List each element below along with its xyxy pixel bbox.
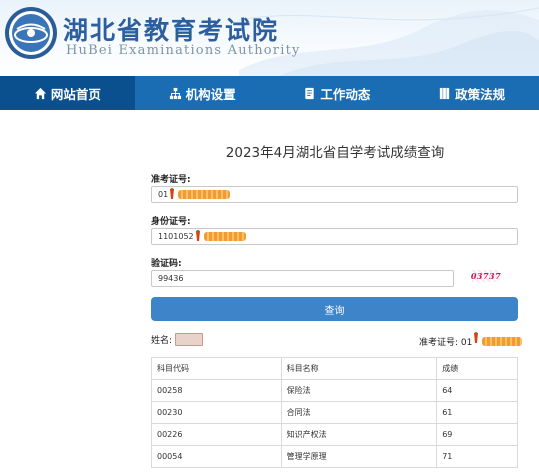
book-icon [439, 87, 450, 99]
redacted-value [178, 190, 231, 199]
site-header: 湖北省教育考试院 HuBei Examinations Authority [0, 0, 539, 76]
score-table: 科目代码 科目名称 成绩 00258 保险法 64 00230 合同法 61 0… [151, 357, 518, 468]
student-name-row: 姓名: [151, 333, 204, 347]
score: 71 [436, 445, 518, 468]
page-title: 2023年4月湖北省自学考试成绩查询 [225, 145, 445, 161]
nav-item-organization[interactable]: 机构设置 [135, 76, 270, 110]
table-row: 00258 保险法 64 [151, 379, 518, 402]
table-row: 00230 合同法 61 [151, 401, 518, 424]
table-row: 00054 管理学原理 71 [151, 445, 518, 468]
id-number-input[interactable]: 1101052 [151, 228, 518, 245]
redaction-pen-icon [195, 229, 200, 241]
main-nav: 网站首页 机构设置 工作动态 政策法规 [0, 76, 539, 110]
redacted-value [482, 337, 523, 346]
nav-item-label: 机构设置 [185, 86, 236, 102]
subject-name: 合同法 [280, 401, 438, 424]
nav-item-home[interactable]: 网站首页 [0, 76, 135, 110]
redacted-value [203, 232, 246, 241]
table-header-row: 科目代码 科目名称 成绩 [151, 357, 518, 380]
document-icon [305, 87, 315, 99]
nav-item-news[interactable]: 工作动态 [270, 76, 405, 110]
nav-item-label: 网站首页 [50, 86, 101, 102]
column-header: 成绩 [436, 357, 518, 380]
id-number-value: 1101052 [158, 232, 194, 241]
column-header: 科目名称 [280, 357, 438, 380]
exam-number-row: 准考证号: 01 [419, 332, 523, 348]
home-icon [34, 87, 46, 99]
admission-number-value: 01 [158, 190, 169, 199]
score: 64 [436, 379, 518, 402]
id-number-label: 身份证号: [151, 217, 191, 227]
subject-code: 00258 [151, 379, 282, 402]
subject-name: 知识产权法 [280, 423, 438, 446]
exam-number-label: 准考证号: [419, 338, 459, 348]
captcha-image[interactable]: 03737 [471, 270, 501, 282]
admission-number-label: 准考证号: [151, 175, 191, 185]
subject-name: 管理学原理 [280, 445, 438, 468]
redacted-name [175, 333, 204, 346]
captcha-value: 99436 [158, 274, 184, 283]
score: 61 [436, 401, 518, 424]
captcha-input[interactable]: 99436 [151, 270, 454, 287]
nav-item-label: 政策法规 [455, 86, 506, 102]
subject-code: 00226 [151, 423, 282, 446]
site-subtitle: HuBei Examinations Authority [66, 43, 301, 58]
org-chart-icon [169, 87, 181, 99]
redaction-pen-icon [474, 332, 479, 343]
student-name-label: 姓名: [151, 336, 173, 346]
nav-item-policy[interactable]: 政策法规 [404, 76, 539, 110]
column-header: 科目代码 [151, 357, 282, 380]
redaction-pen-icon [170, 187, 175, 199]
subject-name: 保险法 [280, 379, 438, 402]
subject-code: 00230 [151, 401, 282, 424]
site-title: 湖北省教育考试院 [63, 16, 280, 45]
table-row: 00226 知识产权法 69 [151, 423, 518, 446]
admission-number-input[interactable]: 01 [151, 186, 518, 203]
nav-item-label: 工作动态 [320, 86, 371, 102]
exam-number-value: 01 [460, 338, 473, 348]
captcha-label: 验证码: [151, 259, 182, 269]
subject-code: 00054 [151, 445, 282, 468]
query-button[interactable]: 查询 [151, 297, 518, 321]
header-wave-decoration [239, 7, 539, 76]
score: 69 [436, 423, 518, 446]
authority-logo-icon [5, 7, 57, 59]
